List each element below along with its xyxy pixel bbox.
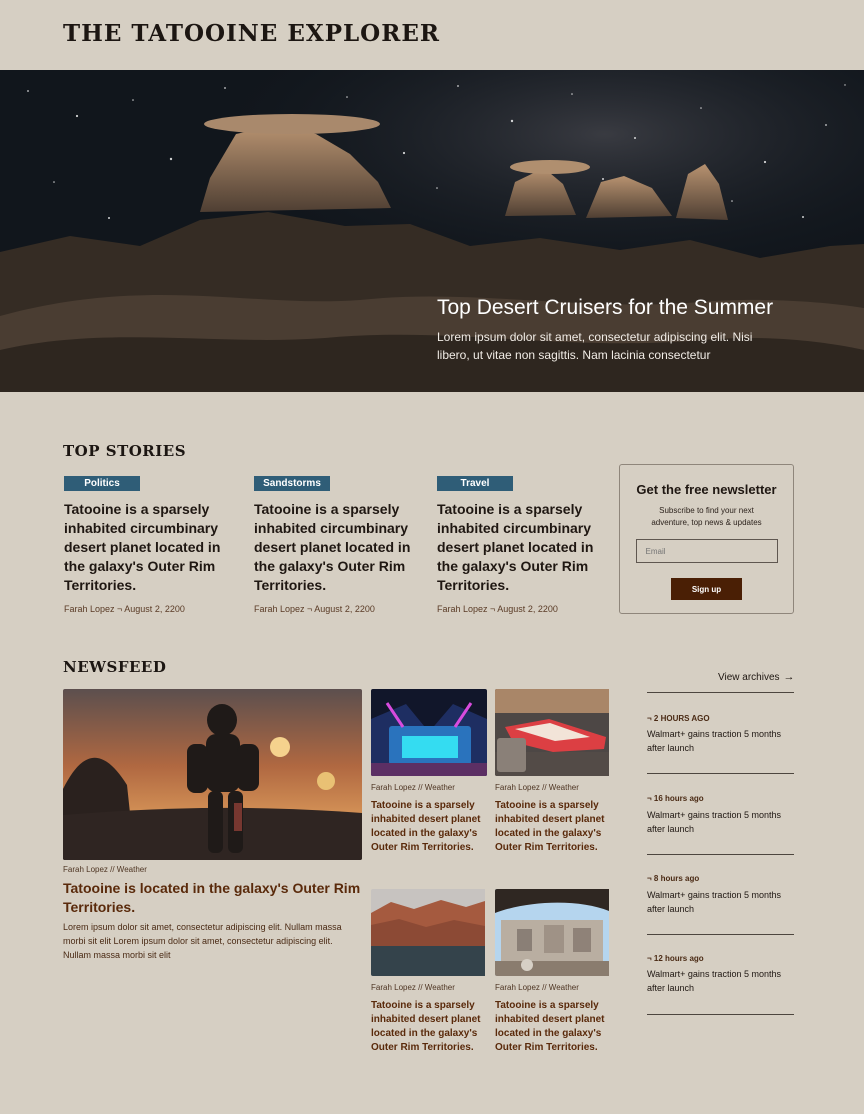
story-card[interactable]: Politics Tatooine is a sparsely inhabite… bbox=[64, 473, 224, 614]
featured-title[interactable]: Tatooine is located in the galaxy's Oute… bbox=[63, 879, 362, 917]
featured-image-art bbox=[63, 689, 362, 860]
arrow-right-icon: → bbox=[783, 671, 795, 683]
view-archives-label: View archives bbox=[718, 672, 780, 683]
hero-title[interactable]: Top Desert Cruisers for the Summer bbox=[437, 296, 773, 320]
sidebar-item-time: ¬ 8 hours ago bbox=[647, 874, 700, 883]
sidebar-item-title[interactable]: Walmart+ gains traction 5 months after l… bbox=[647, 888, 792, 916]
divider bbox=[647, 854, 794, 855]
featured-image[interactable] bbox=[63, 689, 362, 860]
sidebar-item-title[interactable]: Walmart+ gains traction 5 months after l… bbox=[647, 808, 792, 836]
news-card-image[interactable] bbox=[495, 689, 611, 776]
news-card[interactable]: Farah Lopez // Weather Tatooine is a spa… bbox=[371, 889, 487, 1055]
hero-banner[interactable]: Top Desert Cruisers for the Summer Lorem… bbox=[0, 70, 864, 392]
divider bbox=[647, 773, 794, 774]
news-card-title[interactable]: Tatooine is a sparsely inhabited desert … bbox=[495, 999, 611, 1055]
category-tag[interactable]: Sandstorms bbox=[254, 476, 330, 491]
news-card[interactable]: Farah Lopez // Weather Tatooine is a spa… bbox=[495, 889, 611, 1055]
sidebar-item-title[interactable]: Walmart+ gains traction 5 months after l… bbox=[647, 727, 792, 755]
newsletter-title: Get the free newsletter bbox=[636, 482, 777, 497]
hero-description: Lorem ipsum dolor sit amet, consectetur … bbox=[437, 330, 753, 362]
story-card[interactable]: Travel Tatooine is a sparsely inhabited … bbox=[437, 473, 597, 614]
story-headline[interactable]: Tatooine is a sparsely inhabited circumb… bbox=[64, 500, 224, 595]
story-card[interactable]: Sandstorms Tatooine is a sparsely inhabi… bbox=[254, 473, 414, 614]
news-card-title[interactable]: Tatooine is a sparsely inhabited desert … bbox=[495, 799, 611, 855]
site-title[interactable]: THE TATOOINE EXPLORER bbox=[63, 20, 440, 47]
email-input[interactable] bbox=[635, 539, 778, 563]
divider bbox=[647, 1014, 794, 1015]
news-card-art bbox=[495, 889, 609, 976]
news-card-art bbox=[371, 889, 485, 976]
newsletter-subtitle: Subscribe to find your next adventure, t… bbox=[651, 506, 762, 527]
news-card-meta: Farah Lopez // Weather bbox=[495, 983, 579, 992]
top-stories-heading: TOP STORIES bbox=[63, 442, 187, 460]
divider bbox=[647, 692, 794, 693]
sidebar-item-time: ¬ 12 hours ago bbox=[647, 954, 704, 963]
news-card-meta: Farah Lopez // Weather bbox=[371, 983, 455, 992]
featured-excerpt: Lorem ipsum dolor sit amet, consectetur … bbox=[63, 922, 342, 960]
sidebar-item-time: ¬ 16 hours ago bbox=[647, 794, 704, 803]
news-card-image[interactable] bbox=[495, 889, 611, 976]
news-card-art bbox=[371, 689, 487, 776]
news-card-title[interactable]: Tatooine is a sparsely inhabited desert … bbox=[371, 999, 487, 1055]
news-card[interactable]: Farah Lopez // Weather Tatooine is a spa… bbox=[371, 689, 487, 855]
sign-up-button[interactable]: Sign up bbox=[671, 578, 742, 600]
view-archives-link[interactable]: View archives → bbox=[718, 671, 795, 683]
divider bbox=[647, 934, 794, 935]
news-card-meta: Farah Lopez // Weather bbox=[495, 783, 579, 792]
news-card[interactable]: Farah Lopez // Weather Tatooine is a spa… bbox=[495, 689, 611, 855]
news-card-meta: Farah Lopez // Weather bbox=[371, 783, 455, 792]
featured-meta: Farah Lopez // Weather bbox=[63, 865, 147, 874]
sidebar-item-title[interactable]: Walmart+ gains traction 5 months after l… bbox=[647, 967, 792, 995]
story-meta: Farah Lopez ¬ August 2, 2200 bbox=[254, 604, 375, 614]
news-card-image[interactable] bbox=[371, 689, 487, 776]
news-card-image[interactable] bbox=[371, 889, 487, 976]
story-meta: Farah Lopez ¬ August 2, 2200 bbox=[64, 604, 185, 614]
newsletter-box: Get the free newsletter Subscribe to fin… bbox=[619, 464, 794, 614]
sidebar-item-time: ¬ 2 HOURS AGO bbox=[647, 714, 710, 723]
news-card-title[interactable]: Tatooine is a sparsely inhabited desert … bbox=[371, 799, 487, 855]
category-tag[interactable]: Travel bbox=[437, 476, 513, 491]
story-headline[interactable]: Tatooine is a sparsely inhabited circumb… bbox=[437, 500, 597, 595]
story-meta: Farah Lopez ¬ August 2, 2200 bbox=[437, 604, 558, 614]
news-card-art bbox=[495, 689, 609, 776]
story-headline[interactable]: Tatooine is a sparsely inhabited circumb… bbox=[254, 500, 414, 595]
category-tag[interactable]: Politics bbox=[64, 476, 140, 491]
newsfeed-heading: NEWSFEED bbox=[63, 658, 167, 676]
